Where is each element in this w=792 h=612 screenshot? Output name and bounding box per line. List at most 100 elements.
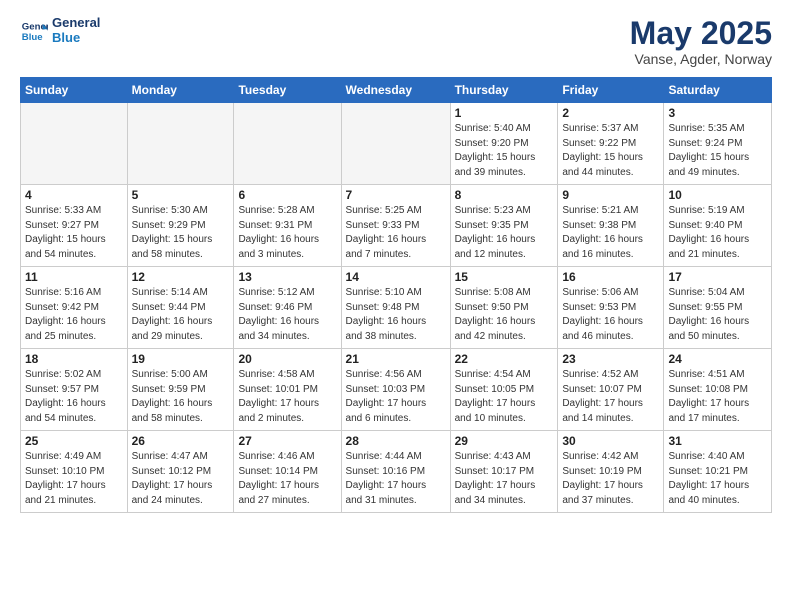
table-row: [341, 103, 450, 185]
day-info: Sunrise: 5:40 AM Sunset: 9:20 PM Dayligh…: [455, 122, 554, 180]
subtitle: Vanse, Agder, Norway: [630, 51, 772, 67]
col-saturday: Saturday: [664, 78, 772, 103]
table-row: [234, 103, 341, 185]
day-info: Sunrise: 5:33 AM Sunset: 9:27 PM Dayligh…: [25, 204, 123, 262]
day-number: 10: [668, 188, 767, 202]
page: General Blue General Blue May 2025 Vanse…: [0, 0, 792, 612]
logo: General Blue General Blue: [20, 16, 100, 46]
day-number: 21: [346, 352, 446, 366]
day-number: 20: [238, 352, 336, 366]
table-row: 14Sunrise: 5:10 AM Sunset: 9:48 PM Dayli…: [341, 267, 450, 349]
col-tuesday: Tuesday: [234, 78, 341, 103]
day-info: Sunrise: 5:19 AM Sunset: 9:40 PM Dayligh…: [668, 204, 767, 262]
day-info: Sunrise: 5:02 AM Sunset: 9:57 PM Dayligh…: [25, 368, 123, 426]
calendar-week-row: 1Sunrise: 5:40 AM Sunset: 9:20 PM Daylig…: [21, 103, 772, 185]
calendar-week-row: 25Sunrise: 4:49 AM Sunset: 10:10 PM Dayl…: [21, 431, 772, 513]
table-row: 23 Sunrise: 4:52 AM Sunset: 10:07 PM Dayl…: [558, 349, 664, 431]
day-info: Sunrise: 4:44 AM Sunset: 10:16 PM Daylig…: [346, 450, 446, 508]
day-number: 14: [346, 270, 446, 284]
day-number: 2: [562, 106, 659, 120]
day-number: 3: [668, 106, 767, 120]
day-info: Sunrise: 5:14 AM Sunset: 9:44 PM Dayligh…: [132, 286, 230, 344]
table-row: 13 Sunrise: 5:12 AM Sunset: 9:46 PM Dayli…: [234, 267, 341, 349]
table-row: 29 Sunrise: 4:43 AM Sunset: 10:17 PM Dayl…: [450, 431, 558, 513]
day-number: 27: [238, 434, 336, 448]
table-row: 5 Sunrise: 5:30 AM Sunset: 9:29 PM Daylig…: [127, 185, 234, 267]
day-info: Sunrise: 5:12 AM Sunset: 9:46 PM Dayligh…: [238, 286, 336, 344]
table-row: 26Sunrise: 4:47 AM Sunset: 10:12 PM Dayl…: [127, 431, 234, 513]
day-info: Sunrise: 4:43 AM Sunset: 10:17 PM Daylig…: [455, 450, 554, 508]
table-row: 12Sunrise: 5:14 AM Sunset: 9:44 PM Dayli…: [127, 267, 234, 349]
day-number: 24: [668, 352, 767, 366]
table-row: 30Sunrise: 4:42 AM Sunset: 10:19 PM Dayl…: [558, 431, 664, 513]
table-row: 18 Sunrise: 5:02 AM Sunset: 9:57 PM Dayli…: [21, 349, 128, 431]
calendar-header-row: Sunday Monday Tuesday Wednesday Thursday…: [21, 78, 772, 103]
logo-icon: General Blue: [20, 17, 48, 45]
day-info: Sunrise: 4:46 AM Sunset: 10:14 PM Daylig…: [238, 450, 336, 508]
table-row: 1Sunrise: 5:40 AM Sunset: 9:20 PM Daylig…: [450, 103, 558, 185]
table-row: 2 Sunrise: 5:37 AM Sunset: 9:22 PM Daylig…: [558, 103, 664, 185]
day-info: Sunrise: 5:30 AM Sunset: 9:29 PM Dayligh…: [132, 204, 230, 262]
logo-blue: Blue: [52, 31, 100, 46]
day-number: 11: [25, 270, 123, 284]
day-info: Sunrise: 5:21 AM Sunset: 9:38 PM Dayligh…: [562, 204, 659, 262]
table-row: 27 Sunrise: 4:46 AM Sunset: 10:14 PM Dayl…: [234, 431, 341, 513]
day-number: 4: [25, 188, 123, 202]
day-number: 18: [25, 352, 123, 366]
day-number: 15: [455, 270, 554, 284]
day-info: Sunrise: 5:28 AM Sunset: 9:31 PM Dayligh…: [238, 204, 336, 262]
day-number: 31: [668, 434, 767, 448]
day-info: Sunrise: 4:54 AM Sunset: 10:05 PM Daylig…: [455, 368, 554, 426]
day-number: 19: [132, 352, 230, 366]
day-info: Sunrise: 5:08 AM Sunset: 9:50 PM Dayligh…: [455, 286, 554, 344]
col-wednesday: Wednesday: [341, 78, 450, 103]
day-number: 8: [455, 188, 554, 202]
table-row: [21, 103, 128, 185]
table-row: 10 Sunrise: 5:19 AM Sunset: 9:40 PM Dayli…: [664, 185, 772, 267]
day-number: 9: [562, 188, 659, 202]
day-number: 29: [455, 434, 554, 448]
day-info: Sunrise: 4:40 AM Sunset: 10:21 PM Daylig…: [668, 450, 767, 508]
calendar-week-row: 4 Sunrise: 5:33 AM Sunset: 9:27 PM Daylig…: [21, 185, 772, 267]
col-friday: Friday: [558, 78, 664, 103]
title-block: May 2025 Vanse, Agder, Norway: [630, 16, 772, 67]
table-row: 31 Sunrise: 4:40 AM Sunset: 10:21 PM Dayl…: [664, 431, 772, 513]
logo-general: General: [52, 16, 100, 31]
calendar-week-row: 18 Sunrise: 5:02 AM Sunset: 9:57 PM Dayli…: [21, 349, 772, 431]
table-row: 28Sunrise: 4:44 AM Sunset: 10:16 PM Dayl…: [341, 431, 450, 513]
table-row: 25Sunrise: 4:49 AM Sunset: 10:10 PM Dayl…: [21, 431, 128, 513]
day-number: 26: [132, 434, 230, 448]
day-info: Sunrise: 5:25 AM Sunset: 9:33 PM Dayligh…: [346, 204, 446, 262]
table-row: 17Sunrise: 5:04 AM Sunset: 9:55 PM Dayli…: [664, 267, 772, 349]
day-number: 23: [562, 352, 659, 366]
day-number: 5: [132, 188, 230, 202]
day-number: 17: [668, 270, 767, 284]
table-row: 4 Sunrise: 5:33 AM Sunset: 9:27 PM Daylig…: [21, 185, 128, 267]
day-info: Sunrise: 4:52 AM Sunset: 10:07 PM Daylig…: [562, 368, 659, 426]
table-row: 6Sunrise: 5:28 AM Sunset: 9:31 PM Daylig…: [234, 185, 341, 267]
table-row: 24 Sunrise: 4:51 AM Sunset: 10:08 PM Dayl…: [664, 349, 772, 431]
day-info: Sunrise: 5:00 AM Sunset: 9:59 PM Dayligh…: [132, 368, 230, 426]
col-sunday: Sunday: [21, 78, 128, 103]
table-row: 9 Sunrise: 5:21 AM Sunset: 9:38 PM Daylig…: [558, 185, 664, 267]
day-info: Sunrise: 5:35 AM Sunset: 9:24 PM Dayligh…: [668, 122, 767, 180]
day-number: 25: [25, 434, 123, 448]
day-info: Sunrise: 4:58 AM Sunset: 10:01 PM Daylig…: [238, 368, 336, 426]
day-number: 13: [238, 270, 336, 284]
calendar-table: Sunday Monday Tuesday Wednesday Thursday…: [20, 77, 772, 513]
table-row: 3 Sunrise: 5:35 AM Sunset: 9:24 PM Daylig…: [664, 103, 772, 185]
table-row: 21Sunrise: 4:56 AM Sunset: 10:03 PM Dayl…: [341, 349, 450, 431]
day-info: Sunrise: 5:06 AM Sunset: 9:53 PM Dayligh…: [562, 286, 659, 344]
calendar-week-row: 11Sunrise: 5:16 AM Sunset: 9:42 PM Dayli…: [21, 267, 772, 349]
table-row: [127, 103, 234, 185]
table-row: 20 Sunrise: 4:58 AM Sunset: 10:01 PM Dayl…: [234, 349, 341, 431]
day-info: Sunrise: 4:51 AM Sunset: 10:08 PM Daylig…: [668, 368, 767, 426]
table-row: 22Sunrise: 4:54 AM Sunset: 10:05 PM Dayl…: [450, 349, 558, 431]
table-row: 15 Sunrise: 5:08 AM Sunset: 9:50 PM Dayli…: [450, 267, 558, 349]
day-number: 7: [346, 188, 446, 202]
table-row: 19 Sunrise: 5:00 AM Sunset: 9:59 PM Dayli…: [127, 349, 234, 431]
table-row: 16Sunrise: 5:06 AM Sunset: 9:53 PM Dayli…: [558, 267, 664, 349]
table-row: 8Sunrise: 5:23 AM Sunset: 9:35 PM Daylig…: [450, 185, 558, 267]
day-info: Sunrise: 5:37 AM Sunset: 9:22 PM Dayligh…: [562, 122, 659, 180]
col-thursday: Thursday: [450, 78, 558, 103]
